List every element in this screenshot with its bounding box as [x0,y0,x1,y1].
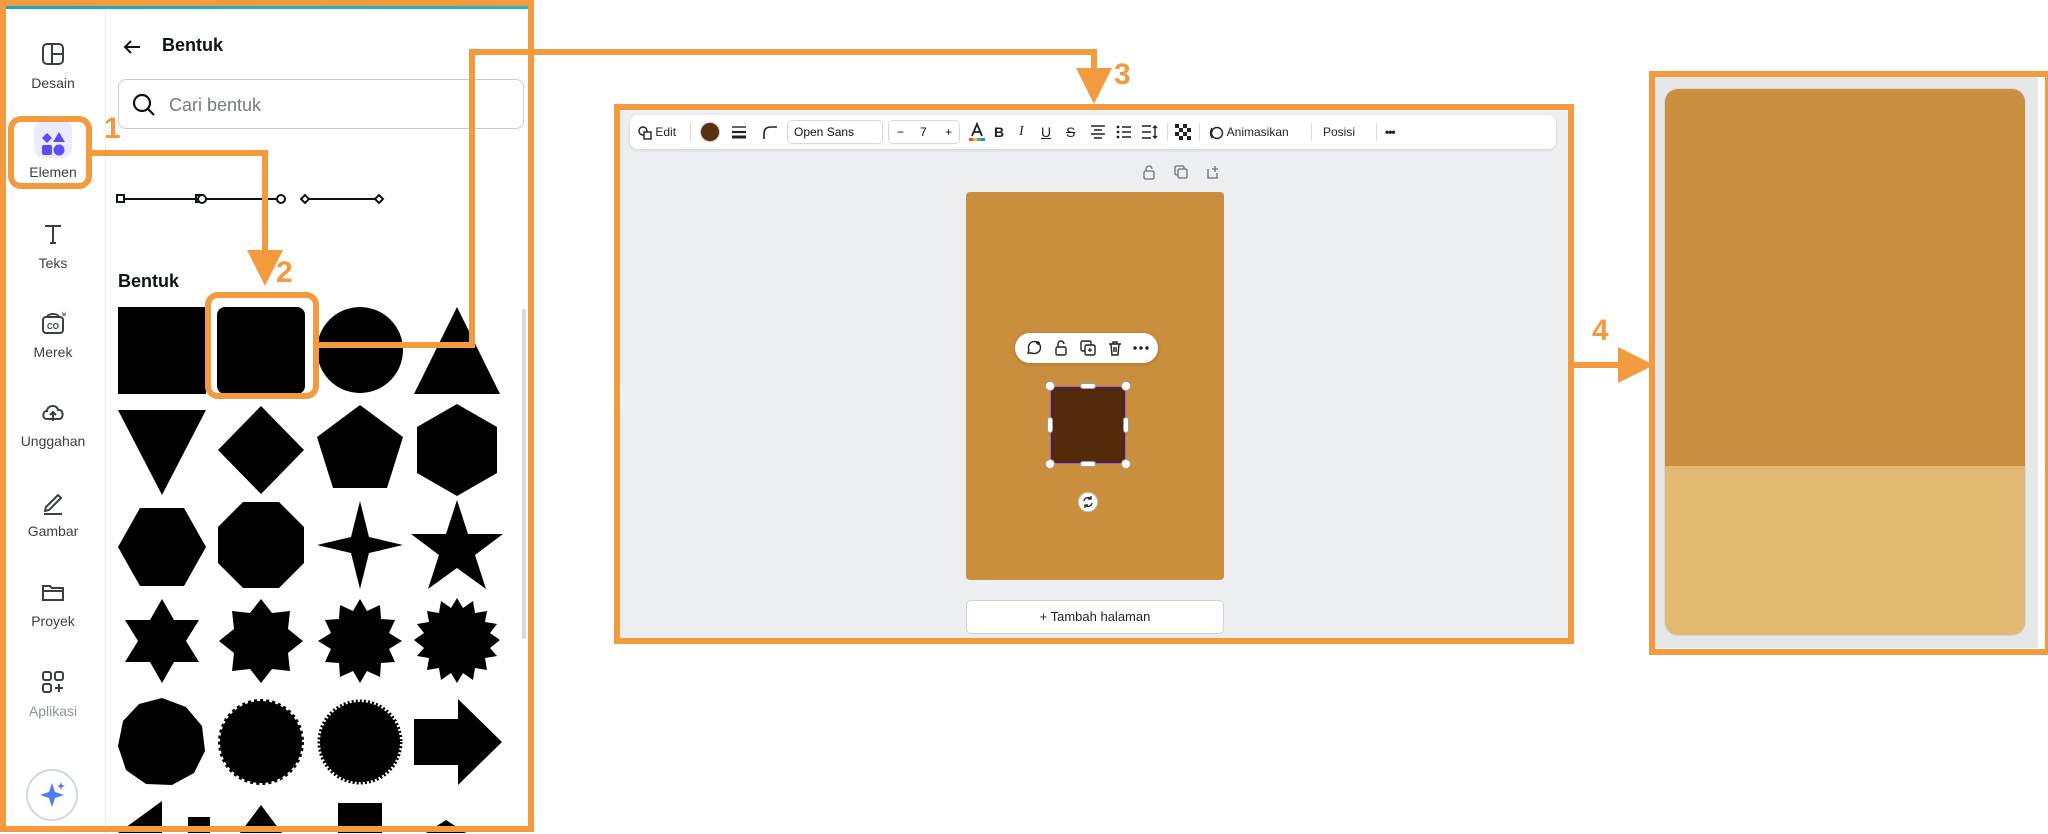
annotation-number-2: 2 [276,256,293,289]
annotation-number-1: 1 [104,112,121,145]
callout-box-panel-4 [1649,71,2048,655]
annotation-number-3: 3 [1114,58,1131,91]
callout-box-panel-3 [614,104,1574,644]
callout-arrow-2-3 [316,49,1112,348]
callout-box-shape [205,292,319,399]
callout-box-elemen [8,116,92,189]
annotation-number-4: 4 [1592,314,1609,347]
annotation-overlay [0,0,2048,832]
callout-arrow-1-2 [89,150,283,286]
callout-box-panel-1 [0,0,534,832]
